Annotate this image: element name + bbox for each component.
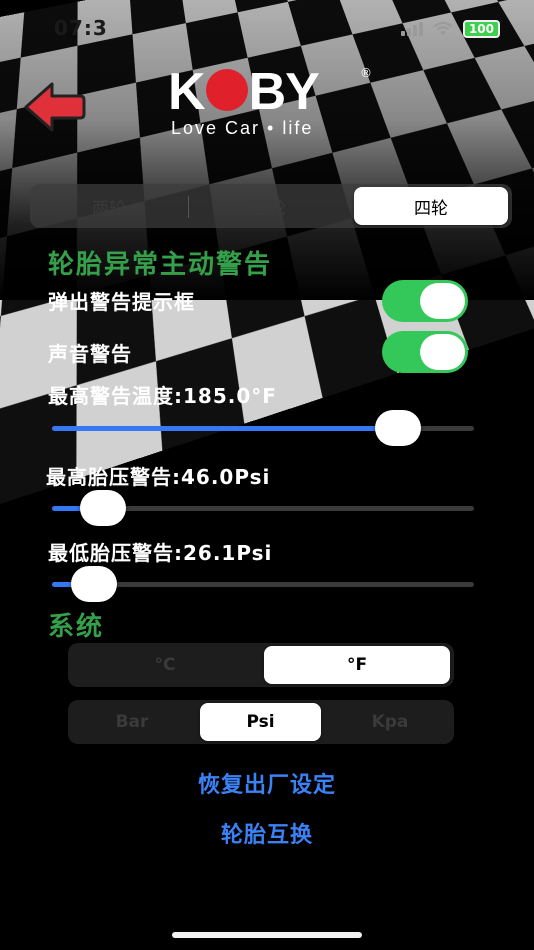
logo-o-circle	[205, 69, 248, 111]
slider-fill	[52, 426, 399, 431]
koby-logo: K BY ® Love Car • life	[168, 66, 378, 138]
battery-icon: 100	[462, 20, 500, 38]
slider-thumb[interactable]	[79, 490, 126, 526]
toggle-knob	[420, 283, 465, 319]
temp-unit-selector: °C °F	[68, 643, 454, 687]
tab-fahrenheit[interactable]: °F	[264, 646, 450, 684]
factory-reset-link[interactable]: 恢复出厂设定	[0, 767, 534, 799]
sound-alert-toggle[interactable]	[382, 331, 468, 373]
tire-swap-link[interactable]: 轮胎互换	[0, 817, 534, 849]
popup-alert-label: 弹出警告提示框	[48, 290, 195, 314]
home-indicator	[172, 932, 362, 938]
slider-thumb[interactable]	[375, 410, 422, 446]
tab-psi[interactable]: Psi	[200, 703, 321, 741]
screen: 07:3 100 K BY ® Love Car • life 两轮 三轮 四轮 …	[0, 0, 534, 950]
max-pressure-slider[interactable]	[52, 488, 474, 528]
max-pressure-label: 最高胎压警告:46.0Psi	[46, 465, 271, 489]
logo-tagline: Love Car • life	[171, 118, 314, 138]
tab-two-wheels[interactable]: 两轮	[34, 187, 184, 225]
signal-icon	[400, 22, 423, 36]
alerts-section-title: 轮胎异常主动警告	[48, 250, 273, 280]
toggle-knob	[420, 334, 465, 370]
pressure-unit-selector: Bar Psi Kpa	[68, 700, 454, 744]
system-section-title: 系统	[48, 612, 105, 642]
tab-kpa[interactable]: Kpa	[330, 703, 450, 741]
segment-divider	[188, 196, 189, 218]
max-temp-slider[interactable]	[52, 408, 474, 448]
status-time: 07:3	[54, 16, 108, 40]
wheel-count-selector: 两轮 三轮 四轮	[30, 184, 512, 228]
max-temp-label: 最高警告温度:185.0°F	[48, 384, 277, 408]
registered-mark: ®	[360, 66, 372, 80]
status-icons: 100	[400, 20, 500, 38]
popup-alert-toggle[interactable]	[382, 280, 468, 322]
sound-alert-label: 声音警告	[48, 342, 132, 366]
min-pressure-slider[interactable]	[52, 564, 474, 604]
tab-celsius[interactable]: °C	[72, 646, 258, 684]
tab-bar[interactable]: Bar	[72, 703, 192, 741]
back-arrow-icon[interactable]	[22, 80, 88, 134]
logo-wordmark: K BY	[168, 63, 320, 121]
min-pressure-label: 最低胎压警告:26.1Psi	[48, 541, 273, 565]
tab-three-wheels[interactable]: 三轮	[192, 187, 346, 225]
slider-thumb[interactable]	[71, 566, 118, 602]
wifi-icon	[433, 22, 453, 35]
tab-four-wheels[interactable]: 四轮	[354, 187, 508, 225]
